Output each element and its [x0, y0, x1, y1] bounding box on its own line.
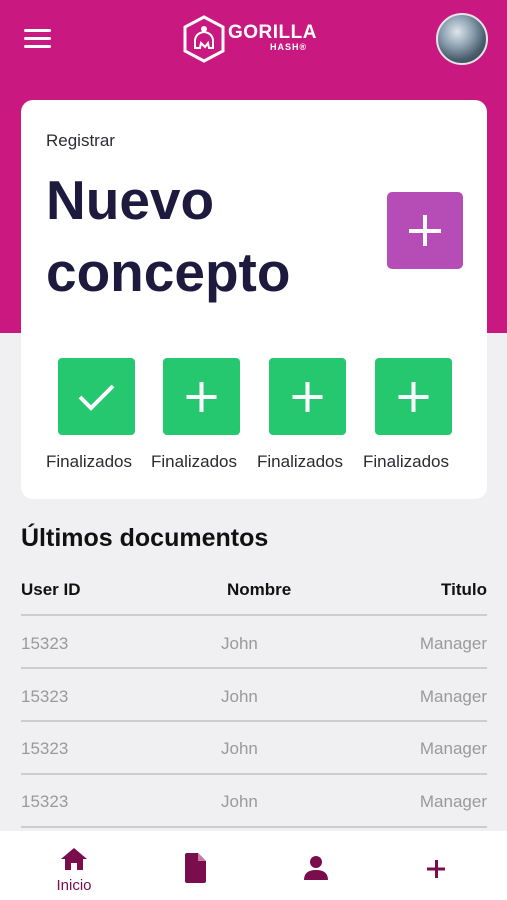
avatar[interactable]	[436, 13, 488, 65]
step-3-button[interactable]	[269, 358, 346, 435]
logo: GORILLA HASH®	[180, 14, 317, 64]
section-title: Últimos documentos	[21, 524, 269, 552]
plus-icon	[186, 382, 217, 412]
document-icon	[185, 853, 206, 883]
plus-icon	[292, 382, 323, 412]
logo-subtext: HASH®	[270, 42, 308, 52]
nav-item-documents[interactable]	[155, 831, 235, 900]
plus-icon	[409, 215, 441, 246]
home-icon	[61, 848, 87, 870]
user-icon	[304, 856, 328, 880]
nav-item-inicio[interactable]: Inicio	[34, 831, 114, 900]
card-eyebrow: Registrar	[46, 131, 115, 150]
nav-item-add[interactable]	[396, 831, 476, 900]
cell-user-id: 15323	[21, 739, 69, 758]
nav-item-label: Inicio	[56, 877, 92, 894]
column-header-user-id: User ID	[21, 580, 81, 599]
cell-nombre: John	[221, 687, 258, 706]
check-icon	[78, 384, 115, 411]
divider	[21, 667, 487, 669]
step-1-label: Finalizados	[46, 452, 132, 471]
cell-user-id: 15323	[21, 634, 69, 653]
step-4-label: Finalizados	[363, 452, 449, 471]
menu-button[interactable]	[24, 29, 51, 49]
cell-titulo: Manager	[419, 634, 487, 653]
column-header-titulo: Titulo	[441, 580, 487, 599]
cell-titulo: Manager	[419, 687, 487, 706]
step-1-button[interactable]	[58, 358, 135, 435]
card-title: Nuevo concepto	[46, 169, 291, 303]
cell-user-id: 15323	[21, 687, 69, 706]
cell-user-id: 15323	[21, 792, 69, 811]
step-3-label: Finalizados	[257, 452, 343, 471]
step-2-button[interactable]	[163, 358, 240, 435]
nav-item-profile[interactable]	[276, 831, 356, 900]
divider	[21, 773, 487, 775]
cell-nombre: John	[221, 634, 258, 653]
divider	[21, 826, 487, 828]
add-concept-button[interactable]	[387, 192, 463, 269]
step-4-button[interactable]	[375, 358, 452, 435]
column-header-nombre: Nombre	[227, 580, 292, 599]
top-bar: GORILLA HASH®	[0, 0, 507, 78]
divider	[21, 614, 487, 616]
step-2-label: Finalizados	[151, 452, 237, 471]
bottom-nav: Inicio	[0, 831, 507, 900]
cell-nombre: John	[221, 792, 258, 811]
gorilla-logo-icon	[183, 15, 225, 63]
new-concept-card: Registrar Nuevo concepto Finalizados Fin…	[21, 100, 487, 499]
cell-nombre: John	[221, 739, 258, 758]
logo-text: GORILLA	[228, 22, 317, 43]
cell-titulo: Manager	[419, 739, 487, 758]
plus-icon	[398, 382, 429, 412]
cell-titulo: Manager	[419, 792, 487, 811]
menu-icon	[24, 29, 51, 32]
divider	[21, 720, 487, 722]
plus-icon	[427, 860, 445, 878]
